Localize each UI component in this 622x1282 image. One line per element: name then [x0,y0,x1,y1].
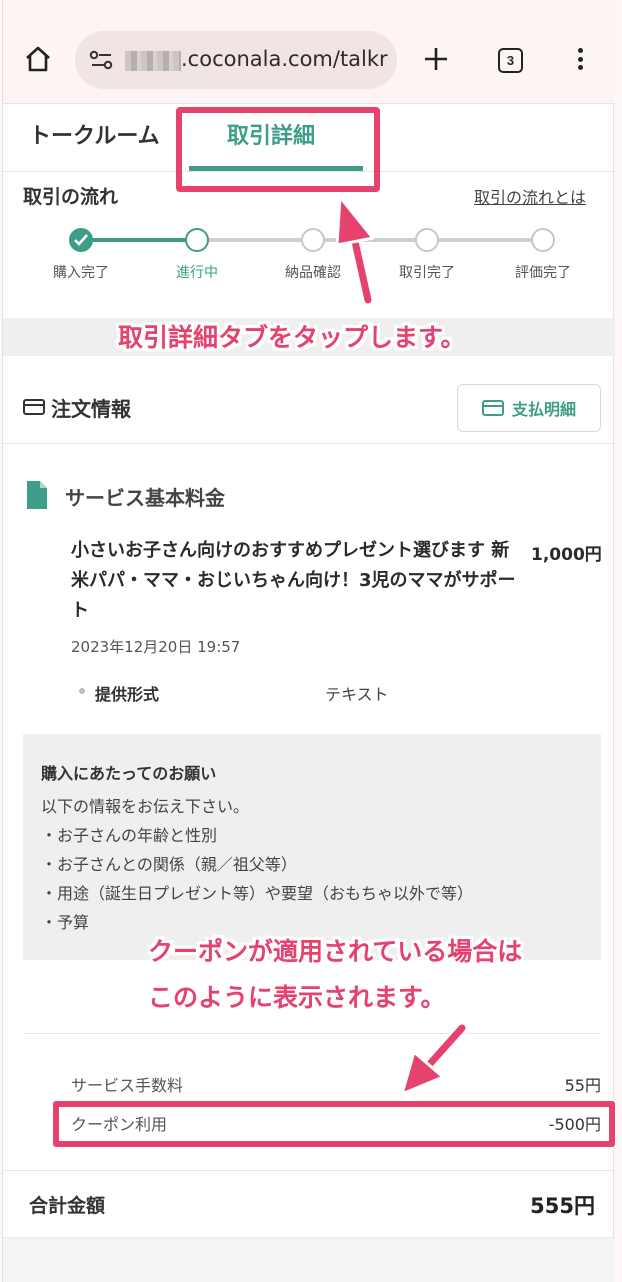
service-fee-value: 55円 [564,1076,601,1095]
step-label: 評価完了 [515,265,571,281]
divider [3,443,615,444]
step-label: 購入完了 [53,265,109,281]
credit-card-icon [481,400,504,416]
home-icon[interactable] [23,44,53,74]
request-line: ・用途（誕生日プレゼント等）や要望（おもちゃ以外で等） [41,884,474,903]
order-info-title: 注文情報 [51,397,131,421]
document-icon [25,480,49,514]
service-price: 1,000円 [531,545,602,565]
url-text: .coconala.com/talkr [181,47,388,71]
step-dot-transaction-complete [415,228,439,252]
step-dot-in-progress [185,228,209,252]
step-dot-delivery-check [301,228,325,252]
flow-title: 取引の流れ [23,186,119,208]
tab-switcher-button[interactable]: 3 [498,48,523,73]
service-fee-label: サービス手数料 [71,1076,184,1095]
request-title: 購入にあたってのお願い [41,764,217,783]
progress-track-completed [81,238,197,242]
request-line: ・お子さんの年齢と性別 [41,826,218,845]
bullet-icon [79,688,85,694]
tab-talk-room[interactable]: トークルーム [29,118,160,150]
check-icon [74,234,88,246]
request-line: 以下の情報をお伝え下さい。 [41,797,250,816]
annotation-tap-tab: 取引詳細タブをタップします。 [118,323,466,352]
format-label: 提供形式 [95,685,160,704]
flow-help-link[interactable]: 取引の流れとは [474,184,586,208]
divider [23,1033,601,1034]
new-tab-plus-icon[interactable] [421,44,451,74]
request-line: ・お子さんとの関係（親／祖父等） [41,855,297,874]
step-label: 進行中 [176,265,218,281]
address-bar[interactable]: .coconala.com/talkr [75,31,397,89]
site-settings-icon[interactable] [89,50,115,74]
payment-details-button[interactable]: 支払明細 [457,384,601,432]
purchase-request-box: 購入にあたってのお願い 以下の情報をお伝え下さい。 ・お子さんの年齢と性別 ・お… [23,734,601,960]
blurred-url-segment [125,51,181,71]
step-dot-purchase-complete [69,228,93,252]
credit-card-icon [23,398,45,420]
more-menu-icon[interactable] [573,44,587,74]
payment-details-label: 支払明細 [511,400,576,419]
order-date: 2023年12月20日 19:57 [71,638,241,656]
divider [3,1170,615,1171]
step-label: 納品確認 [285,265,341,281]
service-name: 小さいお子さん向けのおすすめプレゼント選びます 新米パパ・ママ・おじいちゃん向け… [71,540,516,621]
step-label: 取引完了 [399,265,455,281]
annotation-coupon-line2: このように表示されます。 [148,983,446,1012]
bottom-area [3,1237,615,1282]
format-value: テキスト [325,685,389,704]
total-label: 合計金額 [29,1195,106,1217]
phone-screen: .coconala.com/talkr 3 トークルーム 取引詳細 取引の流れ … [2,0,615,1282]
browser-toolbar: .coconala.com/talkr 3 [3,0,615,104]
step-dot-review-complete [531,228,555,252]
highlight-box-coupon [53,1101,615,1147]
highlight-box-detail-tab [176,107,380,192]
service-section-title: サービス基本料金 [65,486,225,510]
request-lines: 以下の情報をお伝え下さい。 ・お子さんの年齢と性別 ・お子さんとの関係（親／祖父… [41,792,473,937]
total-value: 555円 [530,1194,595,1218]
annotation-coupon-line1: クーポンが適用されている場合は [148,937,523,966]
